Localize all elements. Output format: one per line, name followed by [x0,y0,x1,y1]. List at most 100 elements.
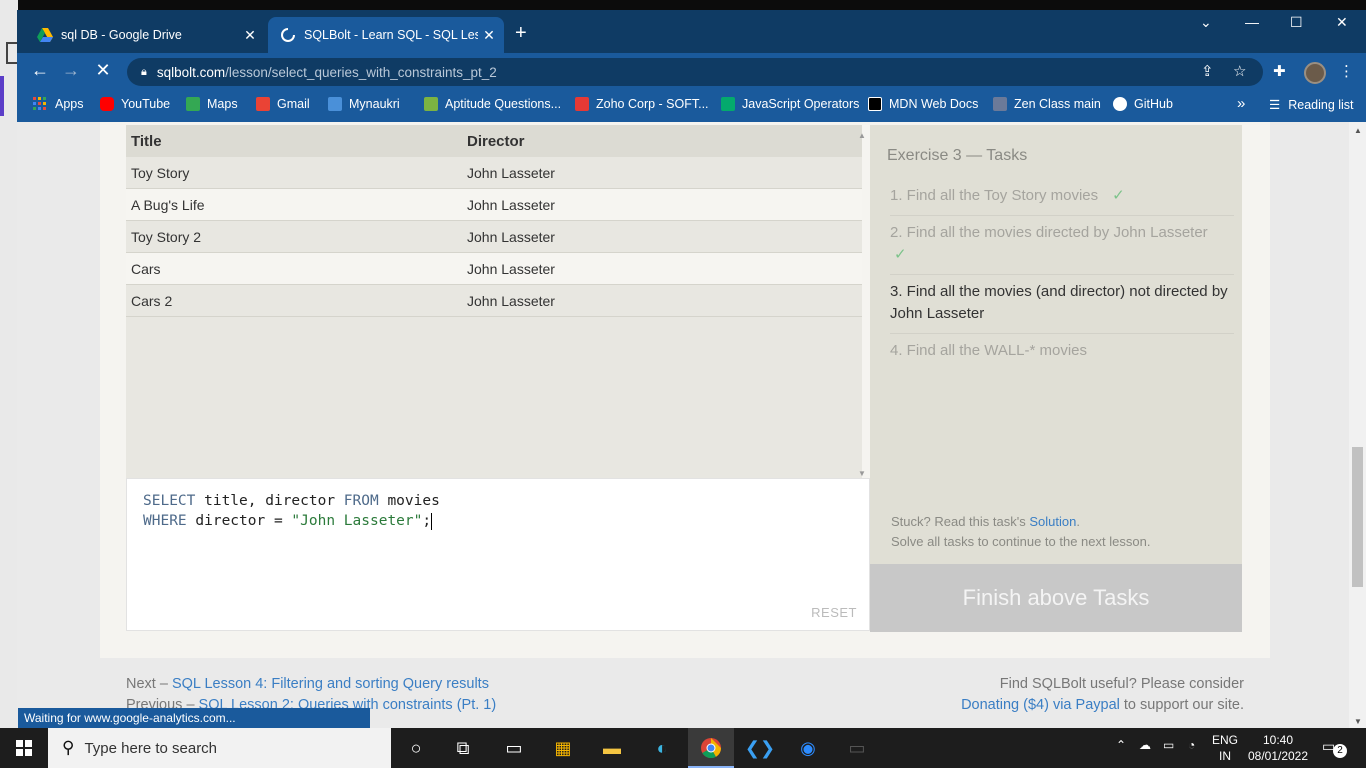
reading-list-icon: ☰ [1269,98,1281,112]
next-lesson-link[interactable]: SQL Lesson 4: Filtering and sorting Quer… [172,676,489,692]
task-item: 2. Find all the movies directed by John … [890,216,1234,275]
youtube-icon [100,97,114,111]
page-scrollbar[interactable]: ▲ ▼ [1349,122,1366,728]
task-text: 3. Find all the movies (and director) no… [890,283,1228,322]
scroll-up-icon[interactable]: ▲ [1354,126,1362,135]
new-tab-button[interactable]: + [515,22,527,45]
lock-icon[interactable]: 🔒︎ [141,66,147,79]
stop-loading-icon[interactable]: ✕ [91,60,115,81]
cortana-icon[interactable]: ○ [404,736,428,760]
donation-note: Find SQLBolt useful? Please consider Don… [961,674,1244,716]
useful-text: Find SQLBolt useful? Please consider [999,676,1244,692]
zoho-icon [575,97,589,111]
mynaukri-icon [328,97,342,111]
scroll-up-icon[interactable]: ▲ [858,131,866,140]
bookmark-mynaukri[interactable]: Mynaukri [328,97,400,111]
bookmarks-bar: Apps YouTube Maps Gmail Mynaukri Aptitud… [17,90,1366,122]
sql-editor[interactable]: SELECT title, director FROM movies WHERE… [126,478,870,631]
language-indicator[interactable]: ENG IN [1212,732,1238,764]
bookmark-apps[interactable]: Apps [33,97,84,111]
tab-search-icon[interactable]: ⌄ [1200,14,1212,31]
background-window [0,0,18,728]
cell-title: A Bug's Life [131,196,205,213]
back-icon[interactable]: ← [28,60,52,81]
windows-taskbar: ⚲ Type here to search ○ ⧉ ▭ ▦ ▬ ◐ ❮❯ ◉ ▭… [0,728,1366,768]
tasks-panel: Exercise 3 — Tasks 1. Find all the Toy S… [870,125,1242,564]
bookmark-gmail[interactable]: Gmail [256,97,310,111]
windows-start-icon[interactable] [16,740,32,756]
minimize-icon[interactable]: — [1245,14,1259,30]
scroll-down-icon[interactable]: ▼ [858,469,866,478]
close-icon[interactable]: ✕ [478,27,500,44]
address-path: /lesson/select_queries_with_constraints_… [225,64,497,80]
app-window-icon[interactable]: ▭ [845,736,869,760]
battery-icon[interactable]: ▭ [1163,738,1174,752]
bookmark-mdn[interactable]: MDN Web Docs [868,97,978,111]
clock-date: 08/01/2022 [1247,749,1309,763]
cell-director: John Lasseter [467,196,555,213]
bookmark-maps[interactable]: Maps [186,97,238,111]
forward-icon[interactable]: → [59,60,83,81]
close-icon[interactable]: ✕ [239,27,261,44]
leaf-icon [424,97,438,111]
share-icon[interactable]: ⇪ [1201,62,1214,80]
solve-all-text: Solve all tasks to continue to the next … [891,534,1151,549]
reset-button[interactable]: RESET [811,605,857,620]
bookmark-javascript-operators[interactable]: JavaScript Operators [721,97,859,111]
profile-avatar[interactable] [1304,62,1326,84]
terminal-icon[interactable]: ▭ [502,736,526,760]
bookmark-youtube[interactable]: YouTube [100,97,170,111]
check-icon: ✓ [1112,187,1125,204]
bookmark-label: MDN Web Docs [889,97,979,111]
tab-title: sql DB - Google Drive [61,28,182,42]
sql-code[interactable]: SELECT title, director FROM movies WHERE… [143,491,440,531]
finish-tasks-button[interactable]: Finish above Tasks [870,564,1242,632]
task-text: 1. Find all the Toy Story movies [890,187,1099,204]
scrollbar-thumb[interactable] [1352,447,1363,587]
tray-overflow-icon[interactable]: ⌃ [1116,738,1126,752]
gmail-icon [256,97,270,111]
bookmark-github[interactable]: GitHub [1113,97,1173,111]
table-row: Toy Story 2 John Lasseter [126,221,862,253]
task-text: 2. Find all the movies directed by John … [890,224,1208,241]
tab-google-drive[interactable]: sql DB - Google Drive ✕ [25,17,265,53]
donate-link[interactable]: Donating ($4) via Paypal [961,697,1120,713]
reading-list-label: Reading list [1288,97,1354,112]
taskbar-search-box[interactable]: ⚲ Type here to search [48,728,391,768]
search-placeholder: Type here to search [84,739,218,757]
vscode-icon[interactable]: ❮❯ [745,736,775,760]
reading-list-button[interactable]: ☰ Reading list [1269,97,1354,113]
extensions-icon[interactable]: ✚ [1273,62,1286,80]
address-bar[interactable]: 🔒︎ sqlbolt.com/lesson/select_queries_wit… [127,58,1263,86]
lesson-exercise: Title Director Toy Story John Lasseter A… [100,122,1270,658]
task-view-icon[interactable]: ⧉ [451,736,475,760]
bookmarks-more-button[interactable]: » [1237,95,1245,112]
bookmark-star-icon[interactable]: ☆ [1233,62,1246,80]
edge-icon[interactable]: ◐ [650,736,674,760]
clock-time: 10:40 [1262,733,1294,747]
wifi-icon[interactable]: ◔ [1188,738,1195,752]
results-scrollbar[interactable]: ▲ ▼ [854,128,870,481]
scroll-down-icon[interactable]: ▼ [1354,717,1362,726]
store-icon[interactable]: ▦ [551,736,575,760]
cloud-icon[interactable]: ☁ [1139,738,1151,752]
help-text: Stuck? Read this task's Solution. Solve … [891,512,1150,552]
tab-sqlbolt[interactable]: SQLBolt - Learn SQL - SQL Lesson 3: Quer… [268,17,504,53]
toolbar: ← → ✕ 🔒︎ sqlbolt.com/lesson/select_queri… [17,53,1366,90]
solution-link[interactable]: Solution [1029,514,1076,529]
system-clock[interactable]: 10:40 08/01/2022 [1246,732,1310,764]
bookmark-zen-class[interactable]: Zen Class main [993,97,1101,111]
maximize-icon[interactable]: ☐ [1290,14,1303,31]
menu-icon[interactable]: ⋮ [1339,62,1354,80]
search-icon: ⚲ [62,738,75,757]
zoom-icon[interactable]: ◉ [796,736,820,760]
bookmark-label: Mynaukri [349,97,400,111]
sql-text: ; [422,513,432,529]
bookmark-zoho[interactable]: Zoho Corp - SOFT... [575,97,709,111]
sql-text: title, director [195,493,344,509]
file-explorer-icon[interactable]: ▬ [600,736,624,760]
bookmark-aptitude[interactable]: Aptitude Questions... [424,97,561,111]
chrome-icon[interactable] [699,736,723,760]
window-close-icon[interactable]: ✕ [1336,14,1348,31]
notification-icon[interactable]: ▭ 2 [1322,738,1347,758]
